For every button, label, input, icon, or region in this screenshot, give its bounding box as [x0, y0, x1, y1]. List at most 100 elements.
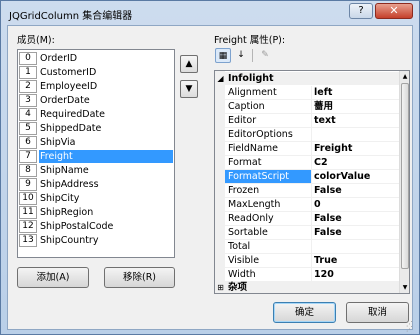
member-index: 1 [19, 66, 37, 79]
toolbar-separator [252, 49, 253, 62]
arrow-down-icon: ▼ [185, 84, 193, 94]
property-name: Total [225, 240, 312, 253]
property-grid[interactable]: ◢ Infolight Alignment left Caption 薔用 Editor… [214, 70, 410, 294]
property-value[interactable]: 0 [314, 198, 321, 211]
member-name: OrderDate [40, 95, 90, 106]
property-row[interactable]: Sortable False [225, 226, 399, 240]
member-list-item[interactable]: 11 ShipRegion [19, 206, 174, 219]
category-name: Infolight [228, 73, 274, 84]
window-title: JQGridColumn 集合编辑器 [9, 11, 133, 22]
member-list-item[interactable]: 6 ShipVia [19, 136, 174, 149]
member-list-item[interactable]: 1 CustomerID [19, 66, 174, 79]
move-down-button[interactable]: ▼ [180, 80, 198, 98]
property-name: Alignment [225, 86, 312, 99]
member-index: 11 [19, 206, 37, 219]
member-index: 13 [19, 234, 37, 247]
member-list-item[interactable]: 5 ShippedDate [19, 122, 174, 135]
property-pages-button[interactable]: ✎ [257, 48, 273, 63]
property-name: MaxLength [225, 198, 312, 211]
property-value[interactable]: True [314, 254, 337, 267]
property-value[interactable]: False [314, 226, 342, 239]
member-index: 3 [19, 94, 37, 107]
categorized-button[interactable]: ▦ [215, 48, 231, 63]
remove-button[interactable]: 移除(R) [104, 267, 175, 288]
property-value[interactable]: C2 [314, 156, 328, 169]
member-list-item[interactable]: 9 ShipAddress [19, 178, 174, 191]
member-index: 5 [19, 122, 37, 135]
members-listbox[interactable]: 0 OrderID 1 CustomerID 2 EmployeeID 3 OrderDate… [17, 49, 175, 258]
member-list-item[interactable]: 10 ShipCity [19, 192, 174, 205]
property-row[interactable]: MaxLength 0 [225, 198, 399, 212]
property-value[interactable]: 120 [314, 268, 334, 281]
property-row[interactable]: Frozen False [225, 184, 399, 198]
member-list-item[interactable]: 3 OrderDate [19, 94, 174, 107]
member-name: ShipPostalCode [40, 221, 114, 232]
member-index: 8 [19, 164, 37, 177]
property-value[interactable]: False [314, 184, 342, 197]
property-grid-scrollbar[interactable]: ▲ ▼ [399, 71, 409, 293]
property-row[interactable]: Caption 薔用 [225, 100, 399, 114]
member-name: ShipAddress [40, 179, 99, 190]
property-name: EditorOptions [225, 128, 312, 141]
member-list-item[interactable]: 0 OrderID [19, 52, 174, 65]
cancel-button[interactable]: 取消 [346, 302, 409, 323]
property-row[interactable]: ReadOnly False [225, 212, 399, 226]
member-list-item[interactable]: 12 ShipPostalCode [19, 220, 174, 233]
property-value[interactable]: Freight [314, 142, 352, 155]
property-row[interactable]: Format C2 [225, 156, 399, 170]
property-name: Width [225, 268, 312, 281]
scroll-up-icon[interactable]: ▲ [400, 71, 409, 82]
member-name: ShipCountry [40, 235, 99, 246]
property-row[interactable]: Visible True [225, 254, 399, 268]
collection-editor-window: JQGridColumn 集合编辑器 ? ✕ 成员(M): 0 OrderID 1 C… [0, 0, 420, 335]
property-row[interactable]: FormatScript colorValue [225, 170, 399, 184]
member-list-item[interactable]: 2 EmployeeID [19, 80, 174, 93]
property-value[interactable]: text [314, 114, 336, 127]
arrow-up-icon: ▲ [185, 59, 193, 69]
property-value[interactable]: False [314, 212, 342, 225]
member-list-item[interactable]: 7 Freight [19, 150, 174, 163]
category-infolight[interactable]: ◢ Infolight [215, 72, 399, 85]
member-index: 0 [19, 52, 37, 65]
property-value[interactable]: colorValue [314, 170, 370, 183]
property-name: Visible [225, 254, 312, 267]
member-name: ShipCity [40, 193, 80, 204]
member-name: RequiredDate [40, 109, 105, 120]
resize-grip-icon[interactable]: ⋰ ⋰ [406, 321, 413, 333]
alphabetical-icon: ↓ [237, 50, 245, 60]
property-row[interactable]: FieldName Freight [225, 142, 399, 156]
member-name: EmployeeID [40, 81, 98, 92]
scroll-down-icon[interactable]: ▼ [400, 282, 409, 293]
scroll-thumb[interactable] [401, 83, 409, 269]
property-row[interactable]: Total [225, 240, 399, 254]
move-up-button[interactable]: ▲ [180, 55, 198, 73]
add-button[interactable]: 添加(A) [17, 267, 89, 288]
expand-icon[interactable]: ⊞ [216, 282, 225, 293]
member-index: 10 [19, 192, 37, 205]
members-label: 成员(M): [17, 35, 55, 46]
member-name: ShipVia [40, 137, 76, 148]
help-button[interactable]: ? [349, 3, 373, 19]
member-name: ShipName [40, 165, 89, 176]
member-list-item[interactable]: 4 RequiredDate [19, 108, 174, 121]
property-row[interactable]: EditorOptions [225, 128, 399, 142]
property-row[interactable]: Alignment left [225, 86, 399, 100]
close-button[interactable]: ✕ [375, 3, 413, 19]
collapse-icon[interactable]: ◢ [216, 73, 225, 84]
property-row[interactable]: Editor text [225, 114, 399, 128]
member-name: CustomerID [40, 67, 97, 78]
member-name: OrderID [40, 53, 78, 64]
member-list-item[interactable]: 8 ShipName [19, 164, 174, 177]
member-index: 2 [19, 80, 37, 93]
property-value[interactable]: 薔用 [314, 100, 333, 113]
category-misc[interactable]: ⊞ 杂项 [215, 281, 399, 293]
property-name: FormatScript [225, 170, 312, 183]
property-name: FieldName [225, 142, 312, 155]
member-name: ShippedDate [40, 123, 102, 134]
ok-button[interactable]: 确定 [273, 302, 336, 323]
alphabetical-button[interactable]: ↓ [233, 48, 249, 63]
property-value[interactable]: left [314, 86, 332, 99]
member-list-item[interactable]: 13 ShipCountry [19, 234, 174, 247]
property-grid-gutter [215, 71, 225, 293]
property-row[interactable]: Width 120 [225, 268, 399, 282]
